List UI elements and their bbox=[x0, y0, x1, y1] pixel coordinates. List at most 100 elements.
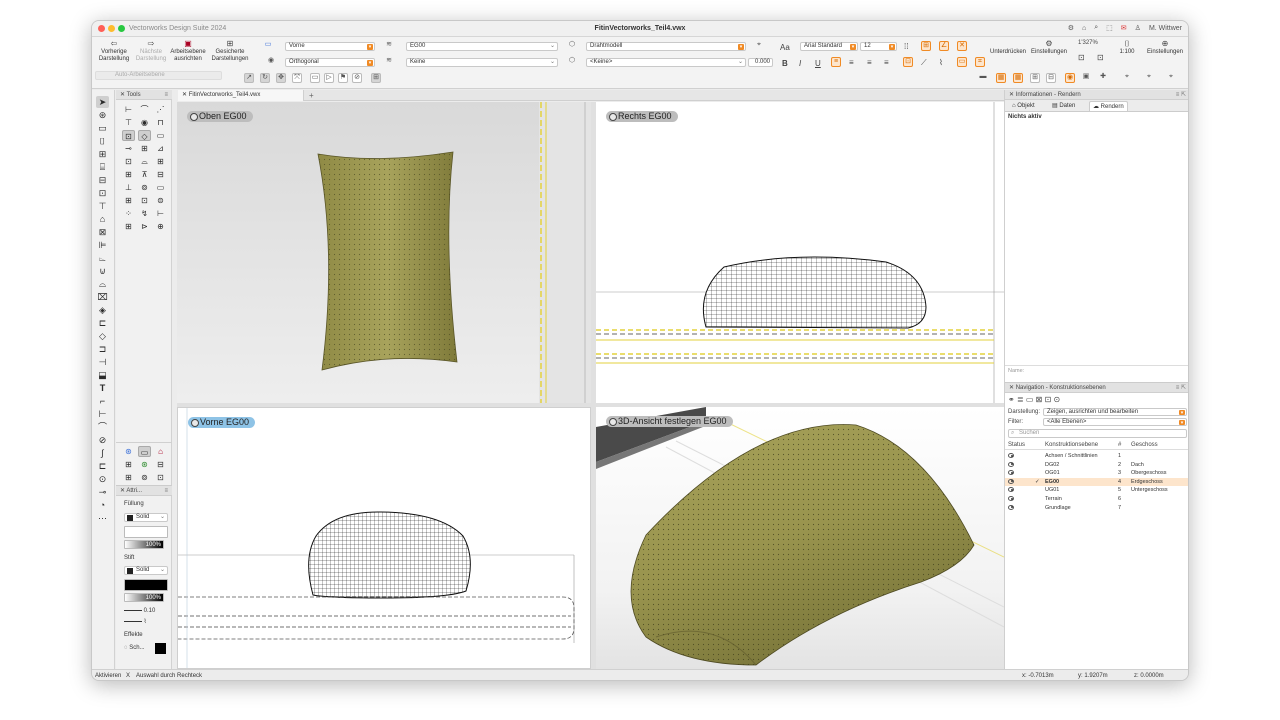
dim-horizontal-icon[interactable]: ⊢ bbox=[122, 104, 135, 115]
status-close[interactable]: X bbox=[126, 670, 130, 680]
nav-ref-icon[interactable]: ⊙ bbox=[1054, 395, 1061, 404]
visibility-eye-icon[interactable] bbox=[1008, 487, 1014, 493]
viewport-top[interactable]: Oben EG00 bbox=[177, 102, 591, 403]
menu-icon[interactable]: ≡ ⇱ bbox=[1176, 383, 1186, 393]
shelf-icon[interactable]: ⊞ bbox=[122, 169, 135, 180]
plant-icon[interactable]: ⊜ bbox=[154, 195, 167, 206]
visibility-eye-icon[interactable] bbox=[1008, 504, 1014, 510]
railing-icon[interactable]: ⊫ bbox=[96, 239, 109, 251]
sofa-icon[interactable]: ⊸ bbox=[122, 143, 135, 154]
toolset-misc-icon[interactable]: ⊡ bbox=[154, 472, 167, 483]
standard-view-icon[interactable]: ↗ bbox=[244, 73, 254, 83]
snap-plane-button[interactable]: ▭ bbox=[957, 57, 967, 67]
fill-mode-select[interactable]: Solid ⌄ bbox=[124, 513, 168, 522]
pipe-icon[interactable]: ⊍ bbox=[96, 265, 109, 277]
dot-icon[interactable]: ⁘ bbox=[122, 208, 135, 219]
snap-intersect-button[interactable]: ✕ bbox=[957, 41, 967, 51]
arrow-set-icon[interactable]: ⊳ bbox=[138, 221, 151, 232]
nav-search-input[interactable]: ⌕ Suchen bbox=[1008, 429, 1187, 438]
view-select[interactable]: Vorne ▾ bbox=[285, 42, 375, 51]
viewport-right[interactable]: Rechts EG00 bbox=[596, 102, 1004, 403]
splitter-vertical[interactable] bbox=[591, 102, 596, 669]
callout-icon[interactable]: ⌐ bbox=[96, 395, 109, 407]
align-plane-button[interactable]: ▣ Arbeitsebene ausrichten bbox=[168, 40, 208, 63]
toolset-building-icon[interactable]: ⊞ bbox=[122, 459, 135, 470]
hatch-icon[interactable]: ⋰ bbox=[154, 104, 167, 115]
arrow-select-icon[interactable]: ➤ bbox=[96, 96, 109, 108]
stairs-icon[interactable]: ⌸ bbox=[96, 161, 109, 173]
layout-view-icon[interactable]: ⊞ bbox=[371, 73, 381, 83]
col-story[interactable]: Geschoss bbox=[1131, 442, 1158, 448]
nav-class-icon[interactable]: ⊠ bbox=[1036, 395, 1043, 404]
italic-button[interactable]: I bbox=[799, 59, 801, 68]
section-icon[interactable]: ⊣ bbox=[96, 356, 109, 368]
rect-view-icon[interactable]: ▭ bbox=[310, 73, 320, 83]
snap-edge-icon[interactable]: ⌇ bbox=[939, 58, 943, 67]
flyover-icon[interactable]: ⊛ bbox=[96, 109, 109, 121]
hole-icon[interactable]: ◇ bbox=[96, 330, 109, 342]
underline-button[interactable]: U bbox=[815, 59, 821, 68]
marker-icon[interactable]: ⬓ bbox=[96, 369, 109, 381]
target-icon[interactable]: ⊕ bbox=[154, 221, 167, 232]
col-number[interactable]: # bbox=[1118, 442, 1121, 448]
rotate-view-icon[interactable]: ↻ bbox=[260, 73, 270, 83]
splitter-horizontal[interactable] bbox=[177, 403, 1004, 407]
projection-select[interactable]: Orthogonal ▾ bbox=[285, 58, 375, 67]
door-swing-icon[interactable]: ⊼ bbox=[138, 169, 151, 180]
col-layer[interactable]: Konstruktionsebene bbox=[1045, 442, 1098, 448]
dotted-square-icon[interactable]: ⬚ bbox=[1106, 24, 1113, 32]
plane-select3-icon[interactable]: ⌖ bbox=[1166, 73, 1176, 83]
nav-sheet-icon[interactable]: ▭ bbox=[1026, 395, 1034, 404]
fill-opacity[interactable]: 100% bbox=[124, 540, 164, 549]
dot-tool-icon[interactable]: ⋯ bbox=[96, 512, 109, 524]
document-tab[interactable]: ✕ FitinVectorworks_Teil4.vwx bbox=[178, 90, 304, 101]
snap-object-button[interactable]: ⊞ bbox=[921, 41, 931, 51]
tab-render[interactable]: ☁ Rendern bbox=[1089, 101, 1128, 111]
mirror-icon[interactable]: ⊏ bbox=[96, 460, 109, 472]
notification-icon[interactable]: ✉ bbox=[1121, 24, 1127, 32]
shadow-effect[interactable]: ◌ Sch... bbox=[124, 643, 168, 655]
suppress-button[interactable]: Unterdrücken bbox=[986, 40, 1030, 56]
tank-icon[interactable]: ⌓ bbox=[96, 278, 109, 290]
nav-layers-icon[interactable]: ⚭ bbox=[1008, 395, 1015, 404]
tab-data[interactable]: ▤ Daten bbox=[1049, 101, 1078, 111]
render-mode-select[interactable]: Drahtmodell ▾ bbox=[586, 42, 746, 51]
align-right-button[interactable]: ≡ bbox=[867, 58, 872, 67]
viewport-3d[interactable]: 3D-Ansicht festlegen EG00 bbox=[596, 407, 1004, 669]
class-mode-icon[interactable]: ▦ bbox=[1013, 73, 1023, 83]
viewport-label-front[interactable]: Vorne EG00 bbox=[188, 417, 256, 428]
zoom-fit-icon[interactable]: ⊡ bbox=[1078, 53, 1085, 62]
pen-opacity[interactable]: 100% bbox=[124, 593, 164, 602]
circle-icon[interactable]: ⊘ bbox=[96, 434, 109, 446]
rectangle-icon[interactable]: ▭ bbox=[96, 122, 109, 134]
home-icon[interactable]: ⌂ bbox=[1082, 25, 1086, 32]
render-value-field[interactable]: 0.000 bbox=[748, 58, 773, 67]
visibility-eye-icon[interactable] bbox=[1008, 470, 1014, 476]
view-settings-button[interactable]: ⊕ Einstellungen bbox=[1144, 40, 1186, 56]
toolset-site-icon[interactable]: ⊛ bbox=[138, 459, 151, 470]
rotate-icon[interactable]: ⊙ bbox=[96, 473, 109, 485]
flyover-icon[interactable]: ✥ bbox=[276, 73, 286, 83]
class-select[interactable]: Keine ⌄ bbox=[406, 58, 558, 67]
layer-row[interactable]: Grundlage 7 bbox=[1005, 504, 1188, 512]
layer-row[interactable]: Terrain 6 bbox=[1005, 495, 1188, 503]
next-view-button[interactable]: ⇨ Nächste Darstellung bbox=[132, 40, 170, 63]
visibility-eye-icon[interactable] bbox=[1008, 478, 1014, 484]
path-icon[interactable]: ∫ bbox=[96, 447, 109, 459]
camera-icon[interactable]: ▣ bbox=[1081, 73, 1091, 83]
door-symbol-icon[interactable]: ⊞ bbox=[154, 156, 167, 167]
saved-views-button[interactable]: ⊞ Gesicherte Darstellungen bbox=[210, 40, 250, 63]
door-icon[interactable]: ⌷ bbox=[96, 135, 109, 147]
node-icon[interactable]: ⊸ bbox=[96, 486, 109, 498]
diamond-tool-icon[interactable]: ◇ bbox=[138, 130, 151, 141]
col-status[interactable]: Status bbox=[1008, 442, 1025, 448]
font-select[interactable]: Arial Standard ▾ bbox=[800, 42, 858, 51]
toolset-visual-icon[interactable]: ⊞ bbox=[122, 472, 135, 483]
sink-icon[interactable]: ▭ bbox=[154, 182, 167, 193]
box-tool-icon[interactable]: ▭ bbox=[154, 130, 167, 141]
name-field[interactable]: Name: bbox=[1005, 365, 1188, 375]
toolset-detail-icon[interactable]: ⊟ bbox=[154, 459, 167, 470]
render-sub-select[interactable]: <Keine> ⌄ bbox=[586, 58, 746, 67]
layer-select[interactable]: EG00 ⌄ bbox=[406, 42, 558, 51]
user-name[interactable]: M. Wittwer bbox=[1149, 25, 1182, 32]
